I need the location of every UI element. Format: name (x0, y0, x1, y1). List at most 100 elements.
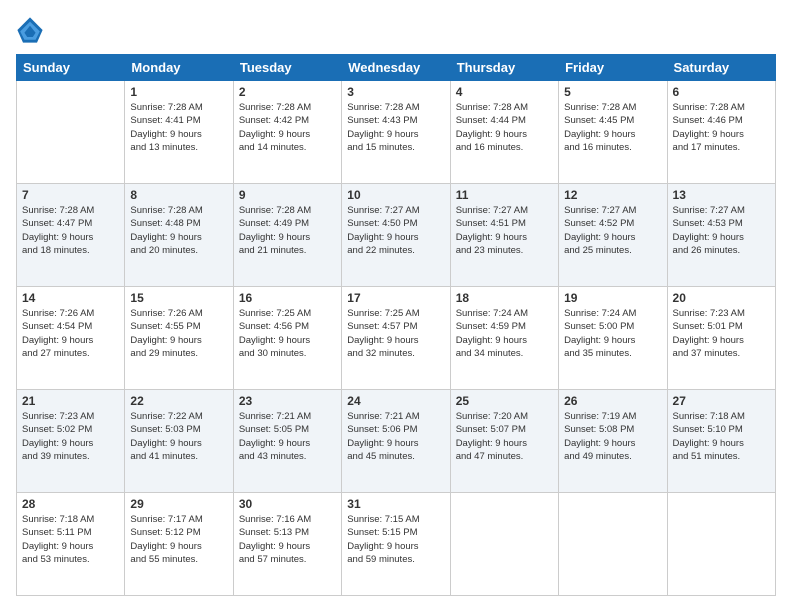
calendar-week-5: 28 Sunrise: 7:18 AM Sunset: 5:11 PM Dayli… (17, 493, 776, 596)
day-info: Sunrise: 7:22 AM Sunset: 5:03 PM Dayligh… (130, 410, 227, 463)
calendar-header-row: SundayMondayTuesdayWednesdayThursdayFrid… (17, 55, 776, 81)
day-info: Sunrise: 7:28 AM Sunset: 4:43 PM Dayligh… (347, 101, 444, 154)
day-number: 21 (22, 394, 119, 408)
calendar-cell: 31Sunrise: 7:15 AM Sunset: 5:15 PM Dayli… (342, 493, 450, 596)
day-info: Sunrise: 7:26 AM Sunset: 4:55 PM Dayligh… (130, 307, 227, 360)
day-number: 17 (347, 291, 444, 305)
calendar-cell: 3 Sunrise: 7:28 AM Sunset: 4:43 PM Daylig… (342, 81, 450, 184)
calendar-cell: 11 Sunrise: 7:27 AM Sunset: 4:51 PM Dayli… (450, 184, 558, 287)
day-info: Sunrise: 7:26 AM Sunset: 4:54 PM Dayligh… (22, 307, 119, 360)
calendar-cell: 12 Sunrise: 7:27 AM Sunset: 4:52 PM Dayli… (559, 184, 667, 287)
calendar-cell: 22Sunrise: 7:22 AM Sunset: 5:03 PM Dayli… (125, 390, 233, 493)
calendar-cell: 24 Sunrise: 7:21 AM Sunset: 5:06 PM Dayli… (342, 390, 450, 493)
day-info: Sunrise: 7:18 AM Sunset: 5:10 PM Dayligh… (673, 410, 770, 463)
day-number: 27 (673, 394, 770, 408)
day-number: 13 (673, 188, 770, 202)
calendar-cell: 23 Sunrise: 7:21 AM Sunset: 5:05 PM Dayli… (233, 390, 341, 493)
calendar-cell: 17 Sunrise: 7:25 AM Sunset: 4:57 PM Dayli… (342, 287, 450, 390)
calendar-cell: 19 Sunrise: 7:24 AM Sunset: 5:00 PM Dayli… (559, 287, 667, 390)
calendar-cell: 14 Sunrise: 7:26 AM Sunset: 4:54 PM Dayli… (17, 287, 125, 390)
calendar-week-1: 1 Sunrise: 7:28 AM Sunset: 4:41 PM Daylig… (17, 81, 776, 184)
day-number: 14 (22, 291, 119, 305)
calendar-cell: 30 Sunrise: 7:16 AM Sunset: 5:13 PM Dayli… (233, 493, 341, 596)
day-number: 4 (456, 85, 553, 99)
calendar-cell: 7 Sunrise: 7:28 AM Sunset: 4:47 PM Daylig… (17, 184, 125, 287)
day-number: 29 (130, 497, 227, 511)
calendar-week-3: 14 Sunrise: 7:26 AM Sunset: 4:54 PM Dayli… (17, 287, 776, 390)
calendar-week-2: 7 Sunrise: 7:28 AM Sunset: 4:47 PM Daylig… (17, 184, 776, 287)
calendar-cell: 28 Sunrise: 7:18 AM Sunset: 5:11 PM Dayli… (17, 493, 125, 596)
day-number: 26 (564, 394, 661, 408)
day-number: 25 (456, 394, 553, 408)
calendar-cell: 20Sunrise: 7:23 AM Sunset: 5:01 PM Dayli… (667, 287, 775, 390)
day-number: 18 (456, 291, 553, 305)
day-info: Sunrise: 7:23 AM Sunset: 5:02 PM Dayligh… (22, 410, 119, 463)
weekday-header-saturday: Saturday (667, 55, 775, 81)
header (16, 16, 776, 44)
day-number: 10 (347, 188, 444, 202)
calendar-cell: 9Sunrise: 7:28 AM Sunset: 4:49 PM Daylig… (233, 184, 341, 287)
day-number: 12 (564, 188, 661, 202)
day-info: Sunrise: 7:24 AM Sunset: 5:00 PM Dayligh… (564, 307, 661, 360)
calendar-cell (667, 493, 775, 596)
weekday-header-monday: Monday (125, 55, 233, 81)
day-info: Sunrise: 7:28 AM Sunset: 4:42 PM Dayligh… (239, 101, 336, 154)
calendar-cell (17, 81, 125, 184)
calendar-cell (450, 493, 558, 596)
day-number: 16 (239, 291, 336, 305)
day-info: Sunrise: 7:28 AM Sunset: 4:47 PM Dayligh… (22, 204, 119, 257)
day-number: 28 (22, 497, 119, 511)
day-number: 7 (22, 188, 119, 202)
weekday-header-wednesday: Wednesday (342, 55, 450, 81)
day-info: Sunrise: 7:16 AM Sunset: 5:13 PM Dayligh… (239, 513, 336, 566)
day-number: 2 (239, 85, 336, 99)
calendar-cell: 21 Sunrise: 7:23 AM Sunset: 5:02 PM Dayli… (17, 390, 125, 493)
calendar-cell: 2 Sunrise: 7:28 AM Sunset: 4:42 PM Daylig… (233, 81, 341, 184)
day-number: 24 (347, 394, 444, 408)
day-info: Sunrise: 7:20 AM Sunset: 5:07 PM Dayligh… (456, 410, 553, 463)
day-info: Sunrise: 7:23 AM Sunset: 5:01 PM Dayligh… (673, 307, 770, 360)
logo (16, 16, 48, 44)
calendar-cell (559, 493, 667, 596)
calendar-table: SundayMondayTuesdayWednesdayThursdayFrid… (16, 54, 776, 596)
calendar-cell: 26 Sunrise: 7:19 AM Sunset: 5:08 PM Dayli… (559, 390, 667, 493)
day-number: 3 (347, 85, 444, 99)
day-number: 23 (239, 394, 336, 408)
day-info: Sunrise: 7:24 AM Sunset: 4:59 PM Dayligh… (456, 307, 553, 360)
day-info: Sunrise: 7:19 AM Sunset: 5:08 PM Dayligh… (564, 410, 661, 463)
day-number: 8 (130, 188, 227, 202)
day-number: 1 (130, 85, 227, 99)
calendar-cell: 29 Sunrise: 7:17 AM Sunset: 5:12 PM Dayli… (125, 493, 233, 596)
calendar-cell: 15 Sunrise: 7:26 AM Sunset: 4:55 PM Dayli… (125, 287, 233, 390)
day-info: Sunrise: 7:28 AM Sunset: 4:41 PM Dayligh… (130, 101, 227, 154)
weekday-header-friday: Friday (559, 55, 667, 81)
day-number: 30 (239, 497, 336, 511)
calendar-cell: 5 Sunrise: 7:28 AM Sunset: 4:45 PM Daylig… (559, 81, 667, 184)
calendar-cell: 27 Sunrise: 7:18 AM Sunset: 5:10 PM Dayli… (667, 390, 775, 493)
day-info: Sunrise: 7:27 AM Sunset: 4:50 PM Dayligh… (347, 204, 444, 257)
weekday-header-thursday: Thursday (450, 55, 558, 81)
day-info: Sunrise: 7:28 AM Sunset: 4:49 PM Dayligh… (239, 204, 336, 257)
day-info: Sunrise: 7:18 AM Sunset: 5:11 PM Dayligh… (22, 513, 119, 566)
day-number: 11 (456, 188, 553, 202)
day-number: 15 (130, 291, 227, 305)
day-info: Sunrise: 7:27 AM Sunset: 4:53 PM Dayligh… (673, 204, 770, 257)
calendar-cell: 13 Sunrise: 7:27 AM Sunset: 4:53 PM Dayli… (667, 184, 775, 287)
weekday-header-sunday: Sunday (17, 55, 125, 81)
day-info: Sunrise: 7:25 AM Sunset: 4:57 PM Dayligh… (347, 307, 444, 360)
day-info: Sunrise: 7:21 AM Sunset: 5:05 PM Dayligh… (239, 410, 336, 463)
day-info: Sunrise: 7:28 AM Sunset: 4:45 PM Dayligh… (564, 101, 661, 154)
day-info: Sunrise: 7:27 AM Sunset: 4:52 PM Dayligh… (564, 204, 661, 257)
day-info: Sunrise: 7:27 AM Sunset: 4:51 PM Dayligh… (456, 204, 553, 257)
day-info: Sunrise: 7:17 AM Sunset: 5:12 PM Dayligh… (130, 513, 227, 566)
calendar-cell: 6Sunrise: 7:28 AM Sunset: 4:46 PM Daylig… (667, 81, 775, 184)
calendar-cell: 8Sunrise: 7:28 AM Sunset: 4:48 PM Daylig… (125, 184, 233, 287)
calendar-cell: 4 Sunrise: 7:28 AM Sunset: 4:44 PM Daylig… (450, 81, 558, 184)
calendar-cell: 25 Sunrise: 7:20 AM Sunset: 5:07 PM Dayli… (450, 390, 558, 493)
day-info: Sunrise: 7:21 AM Sunset: 5:06 PM Dayligh… (347, 410, 444, 463)
day-info: Sunrise: 7:28 AM Sunset: 4:44 PM Dayligh… (456, 101, 553, 154)
day-number: 19 (564, 291, 661, 305)
calendar-cell: 16Sunrise: 7:25 AM Sunset: 4:56 PM Dayli… (233, 287, 341, 390)
day-number: 5 (564, 85, 661, 99)
calendar-cell: 1 Sunrise: 7:28 AM Sunset: 4:41 PM Daylig… (125, 81, 233, 184)
